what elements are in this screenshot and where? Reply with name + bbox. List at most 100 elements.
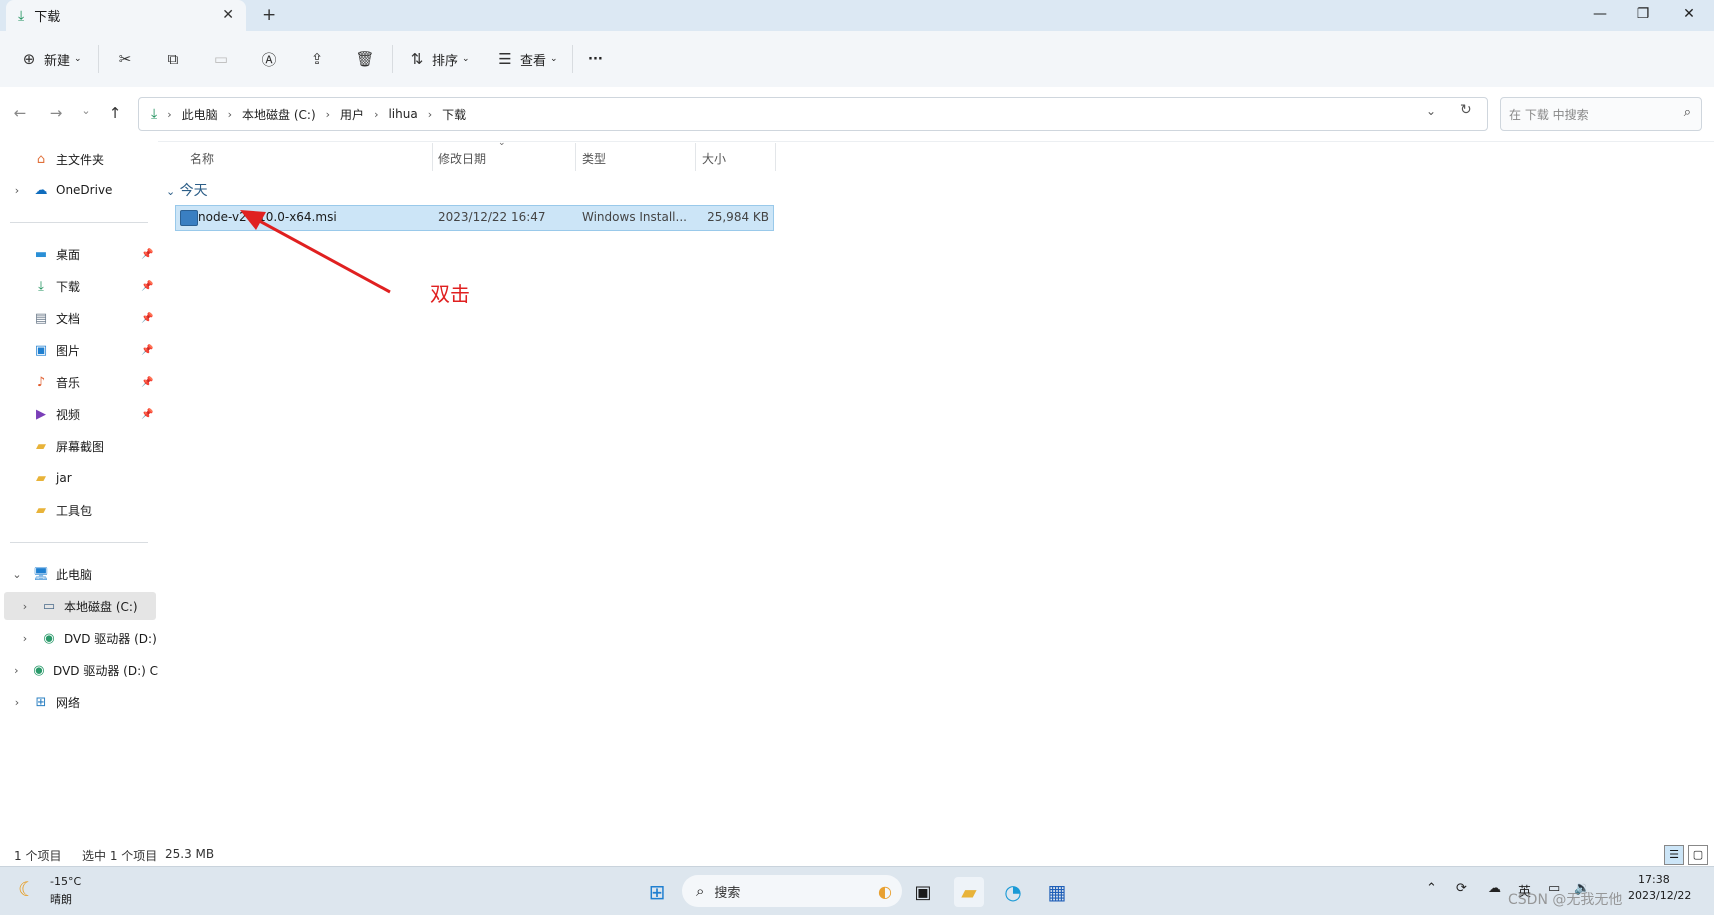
divider bbox=[10, 222, 148, 223]
store-icon[interactable]: ▦ bbox=[1042, 877, 1072, 907]
chevron-down-icon: ⌄ bbox=[74, 54, 82, 64]
chevron-right-icon: › bbox=[325, 107, 331, 121]
breadcrumb-this-pc[interactable]: 此电脑 bbox=[182, 106, 218, 123]
clock-time[interactable]: 17:38 bbox=[1638, 873, 1670, 886]
recent-chevron-icon[interactable]: ⌄ bbox=[74, 104, 98, 117]
chevron-right-icon[interactable]: › bbox=[18, 600, 32, 613]
column-divider[interactable] bbox=[775, 143, 776, 171]
breadcrumb-users[interactable]: 用户 bbox=[340, 106, 364, 123]
column-name[interactable]: 名称 bbox=[190, 150, 214, 167]
sidebar-item-onedrive[interactable]: › ☁ OneDrive bbox=[0, 176, 158, 204]
music-icon: ♪ bbox=[36, 374, 46, 390]
sidebar-item-documents[interactable]: ▤ 文档 📌 bbox=[0, 304, 158, 332]
address-dropdown-icon[interactable]: ⌄ bbox=[1426, 104, 1436, 118]
folder-icon: ▰ bbox=[36, 438, 46, 454]
clock-date[interactable]: 2023/12/22 bbox=[1628, 889, 1691, 902]
sidebar-item-pictures[interactable]: ▣ 图片 📌 bbox=[0, 336, 158, 364]
sidebar-item-drive-c[interactable]: › ▭ 本地磁盘 (C:) bbox=[4, 592, 156, 620]
start-windows-icon[interactable]: ⊞ bbox=[642, 877, 672, 907]
selected-size: 25.3 MB bbox=[165, 847, 215, 861]
sort-button[interactable]: ⇅ 排序 ⌄ bbox=[406, 46, 470, 72]
chevron-right-icon[interactable]: › bbox=[10, 696, 24, 709]
cut-button[interactable]: ✂ bbox=[114, 46, 136, 72]
breadcrumb-downloads[interactable]: 下载 bbox=[442, 106, 466, 123]
selected-count: 选中 1 个项目 bbox=[82, 849, 158, 863]
task-view-icon[interactable]: ▣ bbox=[908, 877, 938, 907]
close-tab-icon[interactable]: ✕ bbox=[222, 7, 234, 23]
sidebar-item-music[interactable]: ♪ 音乐 📌 bbox=[0, 368, 158, 396]
annotation-text: 双击 bbox=[430, 282, 470, 306]
forward-arrow-icon[interactable]: → bbox=[44, 104, 68, 122]
view-toggle: ☰ ▢ bbox=[1664, 845, 1708, 865]
sidebar-item-this-pc[interactable]: ⌄ 🖥 此电脑 bbox=[0, 560, 158, 588]
column-size[interactable]: 大小 bbox=[702, 150, 726, 167]
column-divider[interactable] bbox=[695, 143, 696, 171]
details-view-icon[interactable]: ☰ bbox=[1664, 845, 1684, 865]
chevron-right-icon: › bbox=[167, 107, 172, 121]
sidebar-item-jar[interactable]: ▰ jar bbox=[0, 464, 158, 492]
sidebar-item-desktop[interactable]: ▬ 桌面 📌 bbox=[0, 240, 158, 268]
sidebar-item-videos[interactable]: ▶ 视频 📌 bbox=[0, 400, 158, 428]
chevron-right-icon[interactable]: › bbox=[10, 664, 23, 677]
new-button[interactable]: ⊕ 新建 ⌄ bbox=[18, 46, 82, 72]
column-date[interactable]: 修改日期 bbox=[438, 150, 486, 167]
sidebar-item-dvd-1[interactable]: › ◉ DVD 驱动器 (D:) bbox=[0, 624, 158, 652]
chevron-down-icon[interactable]: ⌄ bbox=[10, 568, 24, 581]
taskbar-search-label: 搜索 bbox=[714, 885, 741, 901]
more-button[interactable]: ··· bbox=[588, 46, 603, 72]
document-icon: ▤ bbox=[34, 310, 48, 326]
rename-button[interactable]: Ⓐ bbox=[258, 46, 280, 72]
copy-button[interactable]: ⧉ bbox=[162, 46, 184, 72]
view-button[interactable]: ☰ 查看 ⌄ bbox=[494, 46, 557, 72]
new-tab-button[interactable]: + bbox=[262, 5, 276, 25]
weather-moon-icon[interactable]: ☾ bbox=[18, 877, 36, 901]
file-explorer-icon[interactable]: ▰ bbox=[954, 877, 984, 907]
share-button[interactable]: ⇪ bbox=[306, 46, 328, 72]
column-type[interactable]: 类型 bbox=[582, 150, 606, 167]
pin-icon[interactable]: 📌 bbox=[141, 249, 153, 260]
sidebar-item-downloads[interactable]: ⤓ 下载 📌 bbox=[0, 272, 158, 300]
tray-chevron-up-icon[interactable]: ⌃ bbox=[1426, 881, 1437, 896]
chevron-right-icon: › bbox=[374, 107, 379, 121]
pin-icon[interactable]: 📌 bbox=[141, 409, 153, 420]
tiles-view-icon[interactable]: ▢ bbox=[1688, 845, 1708, 865]
pin-icon[interactable]: 📌 bbox=[141, 377, 153, 388]
sidebar-item-network[interactable]: › ⊞ 网络 bbox=[0, 688, 158, 716]
sidebar-item-home[interactable]: ⌂ 主文件夹 bbox=[0, 145, 158, 173]
cloud-offline-icon[interactable]: ☁ bbox=[1488, 881, 1501, 896]
chevron-right-icon[interactable]: › bbox=[18, 632, 32, 645]
chevron-right-icon[interactable]: › bbox=[10, 184, 24, 197]
minimize-button[interactable]: — bbox=[1580, 6, 1620, 22]
back-arrow-icon[interactable]: ← bbox=[8, 104, 32, 122]
column-divider[interactable] bbox=[432, 143, 433, 171]
weather-desc[interactable]: 晴朗 bbox=[50, 891, 72, 907]
pin-icon[interactable]: 📌 bbox=[141, 313, 153, 324]
chevron-right-icon: › bbox=[227, 107, 233, 121]
tab-downloads[interactable]: ⤓ 下载 ✕ bbox=[6, 0, 246, 31]
pin-icon[interactable]: 📌 bbox=[141, 345, 153, 356]
folder-icon: ▰ bbox=[36, 470, 46, 486]
taskbar-search[interactable]: ⌕ 搜索 ◐ bbox=[682, 875, 902, 907]
desktop-icon: ▬ bbox=[34, 246, 48, 262]
weather-temp[interactable]: -15°C bbox=[50, 875, 81, 888]
maximize-button[interactable]: ❐ bbox=[1623, 6, 1663, 22]
address-bar[interactable]: ⤓ › 此电脑 › 本地磁盘 (C:) › 用户 › lihua › 下载 bbox=[138, 97, 1488, 131]
paste-button[interactable]: ▭ bbox=[210, 46, 232, 72]
breadcrumb-drive-c[interactable]: 本地磁盘 (C:) bbox=[242, 106, 316, 123]
download-icon: ⤓ bbox=[38, 278, 44, 294]
download-icon: ⤓ bbox=[18, 7, 25, 24]
breadcrumb-lihua[interactable]: lihua bbox=[388, 107, 417, 121]
delete-button[interactable]: 🗑 bbox=[354, 46, 376, 72]
sidebar-item-toolkit[interactable]: ▰ 工具包 bbox=[0, 496, 158, 524]
search-input[interactable]: 在 下载 中搜索 ⌕ bbox=[1500, 97, 1702, 131]
sidebar-item-dvd-2[interactable]: › ◉ DVD 驱动器 (D:) C bbox=[0, 656, 158, 684]
pin-icon[interactable]: 📌 bbox=[141, 281, 153, 292]
up-arrow-icon[interactable]: ↑ bbox=[103, 104, 127, 122]
sync-icon[interactable]: ⟳ bbox=[1456, 881, 1467, 896]
edge-browser-icon[interactable]: ◔ bbox=[998, 877, 1028, 907]
refresh-icon[interactable]: ↻ bbox=[1460, 102, 1472, 118]
close-window-button[interactable]: ✕ bbox=[1669, 6, 1709, 22]
group-header-today[interactable]: ⌄ 今天 bbox=[166, 180, 208, 200]
column-divider[interactable] bbox=[575, 143, 576, 171]
sidebar-item-screenshots[interactable]: ▰ 屏幕截图 bbox=[0, 432, 158, 460]
